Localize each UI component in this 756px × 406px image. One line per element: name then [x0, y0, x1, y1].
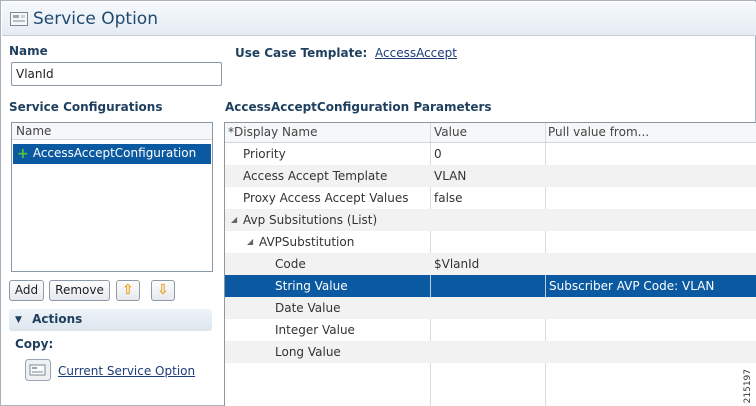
column-header-value[interactable]: Value [434, 125, 467, 139]
move-up-button[interactable]: ⇧ [116, 280, 140, 301]
selected-row-divider [430, 275, 431, 297]
title-bar: Service Option [2, 2, 756, 36]
cell-display-name: Long Value [275, 345, 341, 359]
column-header-pull-value-from[interactable]: Pull value from... [548, 125, 649, 139]
actions-header-label: Actions [32, 312, 83, 326]
cell-display-name: Date Value [275, 301, 341, 315]
actions-section-header[interactable]: ▼ Actions [9, 309, 212, 331]
current-service-option-link[interactable]: Current Service Option [58, 364, 195, 378]
use-case-template-label: Use Case Template: [235, 46, 368, 60]
table-row[interactable]: String Value Subscriber AVP Code: VLAN [225, 275, 756, 297]
cell-display-name: AVPSubstitution [259, 235, 355, 249]
list-column-header: Name [12, 123, 212, 140]
column-header-display-name[interactable]: *Display Name [228, 125, 317, 139]
plus-icon: + [17, 146, 29, 162]
name-input[interactable] [11, 62, 222, 86]
service-configurations-label: Service Configurations [9, 100, 163, 114]
remove-button[interactable]: Remove [49, 280, 110, 301]
cell-value[interactable]: false [434, 191, 463, 205]
arrow-up-icon: ⇧ [122, 282, 134, 298]
page-title: Service Option [33, 9, 158, 29]
service-option-icon [10, 12, 28, 26]
cell-value[interactable]: $VlanId [434, 257, 479, 271]
copy-service-option-icon[interactable] [25, 359, 51, 381]
cell-display-name: String Value [275, 279, 348, 293]
name-label: Name [9, 44, 48, 58]
table-row[interactable]: Proxy Access Accept Values false [225, 187, 756, 209]
cell-display-name: Code [275, 257, 306, 271]
list-item-label: AccessAcceptConfiguration [32, 146, 197, 160]
move-down-button[interactable]: ⇩ [151, 280, 175, 301]
cell-display-name: Avp Subsitutions (List) [243, 213, 378, 227]
expand-triangle-icon[interactable]: ◢ [231, 215, 237, 224]
service-configurations-list[interactable]: Name + AccessAcceptConfiguration [11, 122, 213, 272]
service-option-editor: Service Option Name Use Case Template: A… [0, 0, 756, 406]
selected-row-divider [545, 275, 546, 297]
table-row[interactable]: ◢ Avp Subsitutions (List) [225, 209, 756, 231]
table-row[interactable]: ◢ AVPSubstitution [225, 231, 756, 253]
collapse-triangle-icon: ▼ [15, 315, 22, 325]
arrow-down-icon: ⇩ [157, 282, 169, 298]
cell-display-name: Proxy Access Accept Values [243, 191, 409, 205]
cell-display-name: Integer Value [275, 323, 355, 337]
cell-pull-value-from[interactable]: Subscriber AVP Code: VLAN [549, 279, 714, 293]
table-row[interactable]: Long Value [225, 341, 756, 363]
copy-label: Copy: [15, 337, 54, 351]
table-header: *Display Name Value Pull value from... [225, 123, 756, 143]
table-row[interactable]: Integer Value [225, 319, 756, 341]
parameters-title: AccessAcceptConfiguration Parameters [225, 100, 492, 114]
parameters-table[interactable]: *Display Name Value Pull value from... P… [224, 122, 756, 406]
table-row[interactable]: Code $VlanId [225, 253, 756, 275]
use-case-template-link[interactable]: AccessAccept [375, 46, 457, 60]
table-row[interactable]: Date Value [225, 297, 756, 319]
cell-value[interactable]: 0 [434, 147, 442, 161]
cell-value[interactable]: VLAN [434, 169, 466, 183]
list-item-accessacceptconfiguration[interactable]: + AccessAcceptConfiguration [13, 144, 211, 164]
add-button[interactable]: Add [9, 280, 44, 301]
cell-display-name: Access Accept Template [243, 169, 388, 183]
expand-triangle-icon[interactable]: ◢ [247, 237, 253, 246]
table-row[interactable]: Priority 0 [225, 143, 756, 165]
cell-display-name: Priority [243, 147, 286, 161]
figure-number: 215197 [743, 369, 753, 404]
table-row[interactable]: Access Accept Template VLAN [225, 165, 756, 187]
